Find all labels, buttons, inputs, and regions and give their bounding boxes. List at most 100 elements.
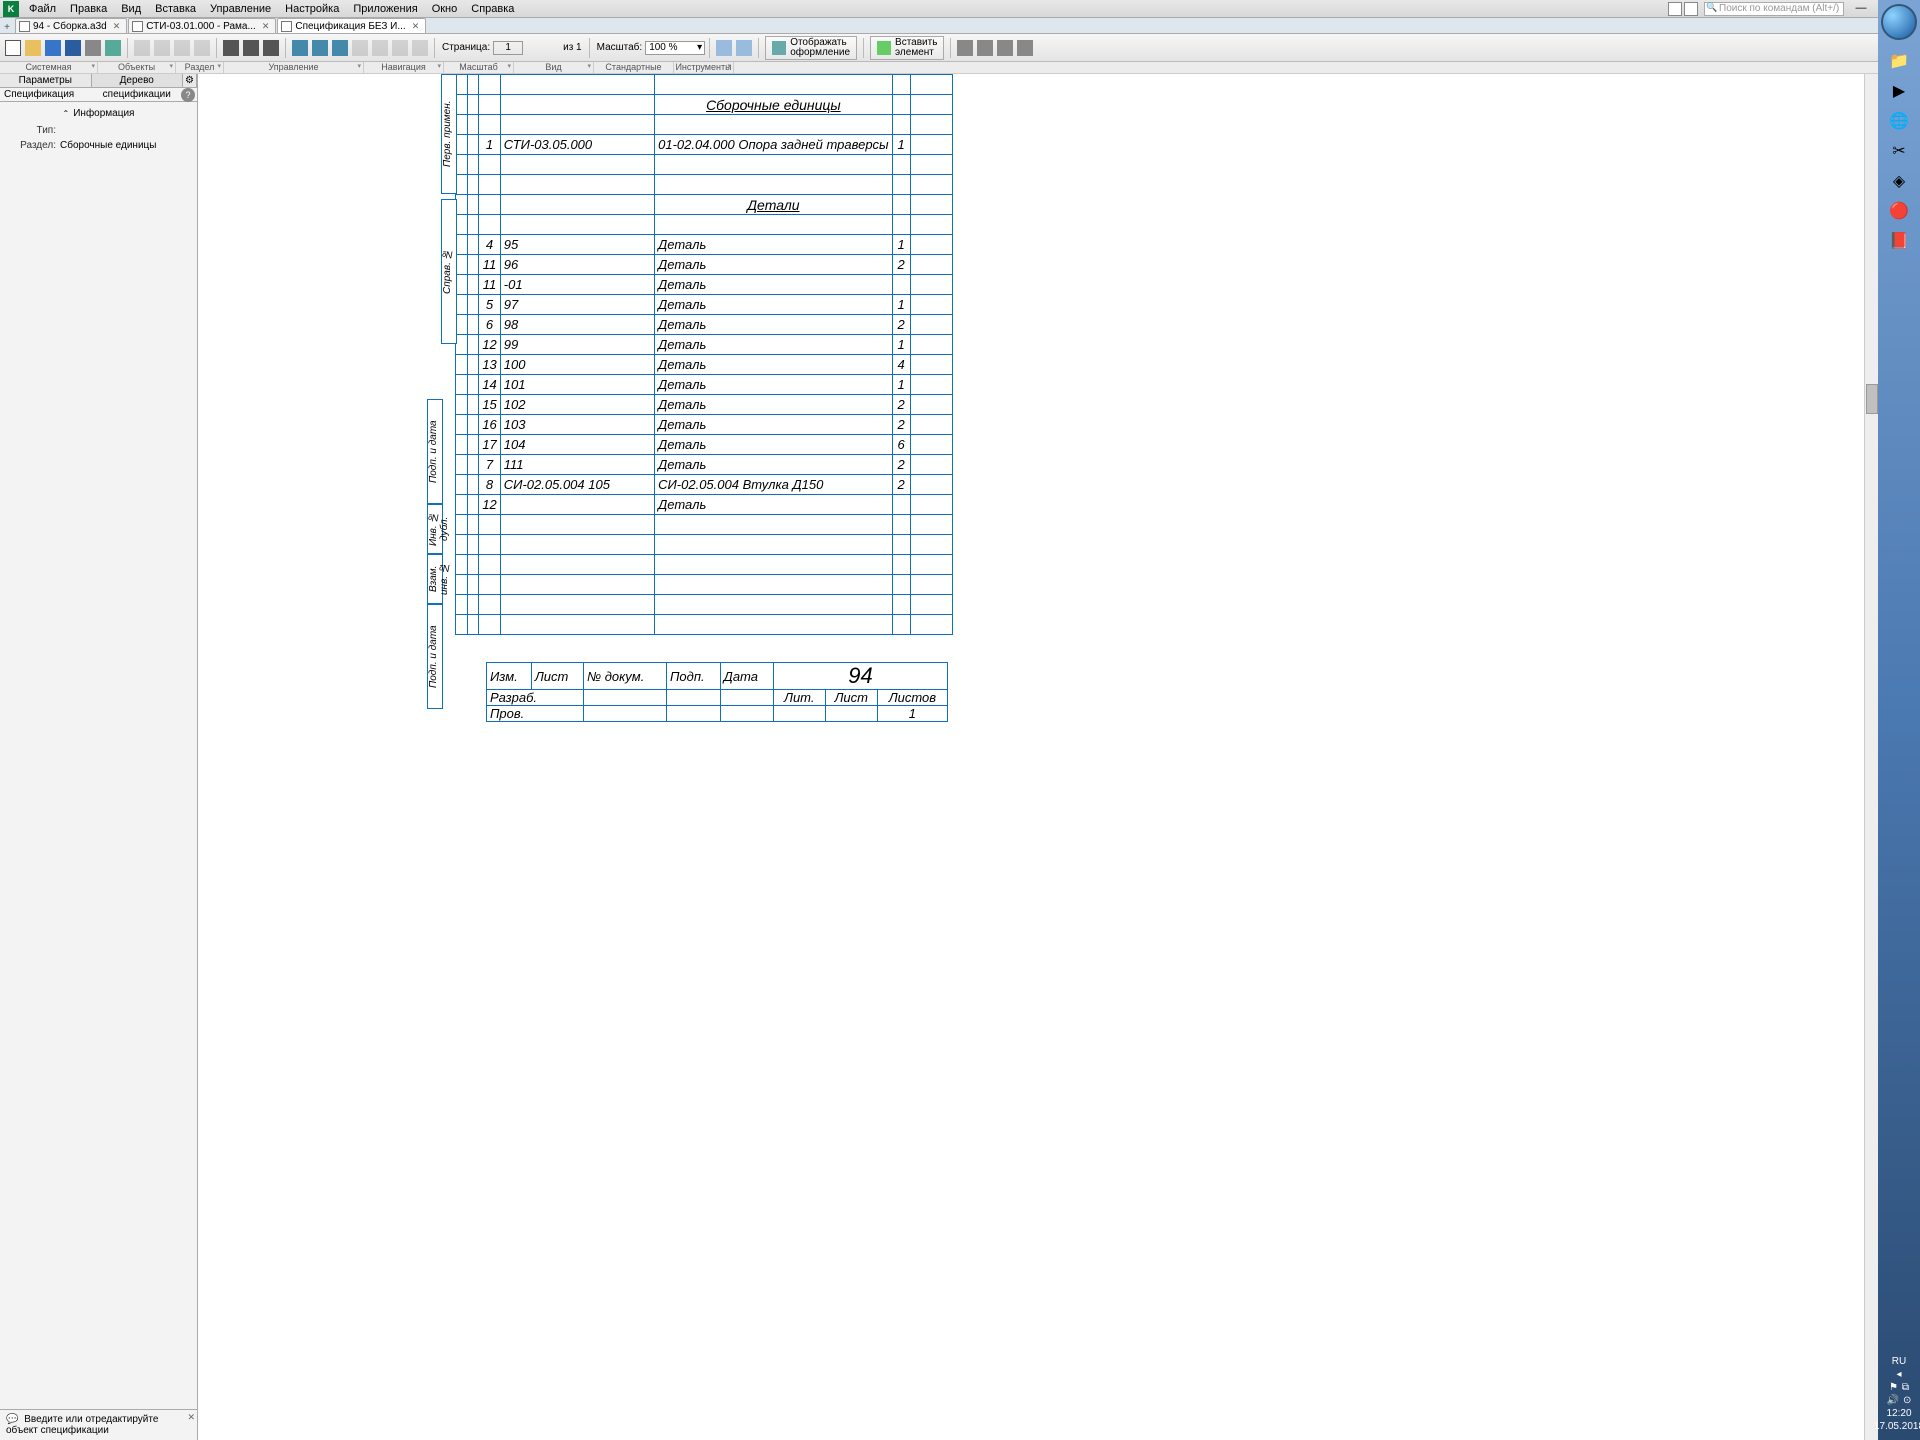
taskbar-app-icon[interactable]: 📁 <box>1884 46 1914 76</box>
canvas-area[interactable]: Перв. примен.Справ. №Подп. и датаИнв. № … <box>198 74 1878 1440</box>
panel-settings-icon[interactable]: ⚙ <box>183 74 197 87</box>
start-button[interactable] <box>1881 4 1917 40</box>
spec-row[interactable] <box>456 215 953 235</box>
menu-Приложения[interactable]: Приложения <box>346 3 424 15</box>
open-icon[interactable] <box>25 40 41 56</box>
display-decoration-button[interactable]: Отображать оформление <box>765 36 857 60</box>
menu-Настройка[interactable]: Настройка <box>278 3 346 15</box>
toolbar-group-label[interactable]: Управление <box>224 62 364 73</box>
taskbar-app-icon[interactable]: 🌐 <box>1884 106 1914 136</box>
spec-row[interactable]: 11 -01Деталь <box>456 275 953 295</box>
help-icon[interactable]: ? <box>181 88 195 102</box>
spec-row[interactable]: 495Деталь1 <box>456 235 953 255</box>
spec-row[interactable]: 698Деталь2 <box>456 315 953 335</box>
taskbar-app-icon[interactable]: 🔴 <box>1884 196 1914 226</box>
tab-close-icon[interactable]: ✕ <box>113 21 121 32</box>
network-icon[interactable]: ⧉ <box>1902 1382 1909 1393</box>
tool-icon[interactable] <box>1017 40 1033 56</box>
menu-Управление[interactable]: Управление <box>203 3 278 15</box>
document-tab[interactable]: Спецификация БЕЗ И...✕ <box>277 18 426 33</box>
spec-row[interactable] <box>456 115 953 135</box>
close-message-icon[interactable]: ✕ <box>187 1412 195 1423</box>
spec-row[interactable] <box>456 535 953 555</box>
input-language[interactable]: RU <box>1874 1356 1920 1367</box>
document-tab[interactable]: 94 - Сборка.a3d✕ <box>15 18 127 33</box>
vertical-scrollbar[interactable] <box>1864 74 1878 1440</box>
tab-close-icon[interactable]: ✕ <box>262 21 270 32</box>
print-icon[interactable] <box>85 40 101 56</box>
taskbar-app-icon[interactable]: ✂ <box>1884 136 1914 166</box>
save-icon[interactable] <box>45 40 61 56</box>
fit-width-icon[interactable] <box>716 40 732 56</box>
fit-page-icon[interactable] <box>736 40 752 56</box>
spec-row[interactable]: 7111Деталь2 <box>456 455 953 475</box>
tray-icon[interactable]: ◂ <box>1874 1369 1920 1380</box>
scale-select[interactable]: 100 % <box>645 41 705 55</box>
menu-Вид[interactable]: Вид <box>114 3 148 15</box>
preview-icon[interactable] <box>105 40 121 56</box>
tool-icon[interactable] <box>312 40 328 56</box>
toolbar-group-label[interactable]: Масштаб <box>444 62 514 73</box>
new-icon[interactable] <box>5 40 21 56</box>
tool-icon[interactable] <box>957 40 973 56</box>
sort-icon[interactable] <box>263 40 279 56</box>
scroll-thumb[interactable] <box>1866 384 1878 414</box>
spec-row[interactable] <box>456 615 953 635</box>
toolbar-group-label[interactable]: Инструменты <box>674 62 734 73</box>
toolbar-group-label[interactable]: Объекты <box>98 62 176 73</box>
tool-icon[interactable] <box>243 40 259 56</box>
spec-table[interactable]: Сборочные единицы 1СТИ-03.05.00001-02.04.… <box>455 74 953 635</box>
menu-Окно[interactable]: Окно <box>425 3 465 15</box>
spec-row[interactable] <box>456 575 953 595</box>
toolbar-group-label[interactable]: Стандартные изделия <box>594 62 674 73</box>
tool-icon[interactable] <box>997 40 1013 56</box>
tab-close-icon[interactable]: ✕ <box>412 21 420 32</box>
spec-row[interactable] <box>456 595 953 615</box>
spec-row[interactable]: 12Деталь <box>456 495 953 515</box>
menu-Правка[interactable]: Правка <box>63 3 114 15</box>
menu-Вставка[interactable]: Вставка <box>148 3 203 15</box>
spec-row[interactable]: 14101Деталь1 <box>456 375 953 395</box>
spec-row[interactable]: 1СТИ-03.05.00001-02.04.000 Опора задней … <box>456 135 953 155</box>
spec-row[interactable]: 17104Деталь6 <box>456 435 953 455</box>
clock-date[interactable]: 17.05.2018 <box>1874 1421 1920 1432</box>
spec-row[interactable] <box>456 515 953 535</box>
minimize-button[interactable]: — <box>1850 2 1872 16</box>
spec-row[interactable] <box>456 555 953 575</box>
spec-row[interactable]: Сборочные единицы <box>456 95 953 115</box>
toolbar-group-label[interactable]: Навигация <box>364 62 444 73</box>
spec-row[interactable] <box>456 155 953 175</box>
spec-row[interactable]: 16103Деталь2 <box>456 415 953 435</box>
taskbar-app-icon[interactable]: ▶ <box>1884 76 1914 106</box>
save-all-icon[interactable] <box>65 40 81 56</box>
tool-icon[interactable] <box>977 40 993 56</box>
menu-Файл[interactable]: Файл <box>22 3 63 15</box>
new-tab-button[interactable]: + <box>0 22 14 33</box>
document-tab[interactable]: СТИ-03.01.000 - Рама...✕ <box>128 18 276 33</box>
toolbar-group-label[interactable]: Системная <box>0 62 98 73</box>
info-section-header[interactable]: Информация <box>4 108 193 119</box>
clock-time[interactable]: 12:20 <box>1874 1408 1920 1419</box>
spec-row[interactable]: Детали <box>456 195 953 215</box>
taskbar-app-icon[interactable]: ◈ <box>1884 166 1914 196</box>
volume-icon[interactable]: 🔊 <box>1887 1395 1899 1406</box>
tool-icon[interactable] <box>292 40 308 56</box>
flag-icon[interactable]: ⚑ <box>1889 1382 1898 1393</box>
toolbar-group-label[interactable]: Вид <box>514 62 594 73</box>
toolbar-group-label[interactable]: Раздел <box>176 62 224 73</box>
insert-element-button[interactable]: Вставить элемент <box>870 36 944 60</box>
tool-icon[interactable] <box>223 40 239 56</box>
spec-row[interactable] <box>456 175 953 195</box>
tool-icon[interactable] <box>332 40 348 56</box>
window-mode-icon[interactable] <box>1668 2 1682 16</box>
command-search-input[interactable]: Поиск по командам (Alt+/) <box>1704 2 1844 16</box>
spec-row[interactable] <box>456 75 953 95</box>
spec-row[interactable]: 15102Деталь2 <box>456 395 953 415</box>
spec-row[interactable]: 1196Деталь2 <box>456 255 953 275</box>
panel-tab-spec-tree[interactable]: Дерево спецификации <box>92 74 184 87</box>
panel-tab-parameters[interactable]: Параметры <box>0 74 92 87</box>
spec-row[interactable]: 597Деталь1 <box>456 295 953 315</box>
spec-row[interactable]: 8СИ-02.05.004 105СИ-02.05.004 Втулка Д15… <box>456 475 953 495</box>
spec-row[interactable]: 1299Деталь1 <box>456 335 953 355</box>
page-number-input[interactable]: 1 <box>493 41 523 55</box>
